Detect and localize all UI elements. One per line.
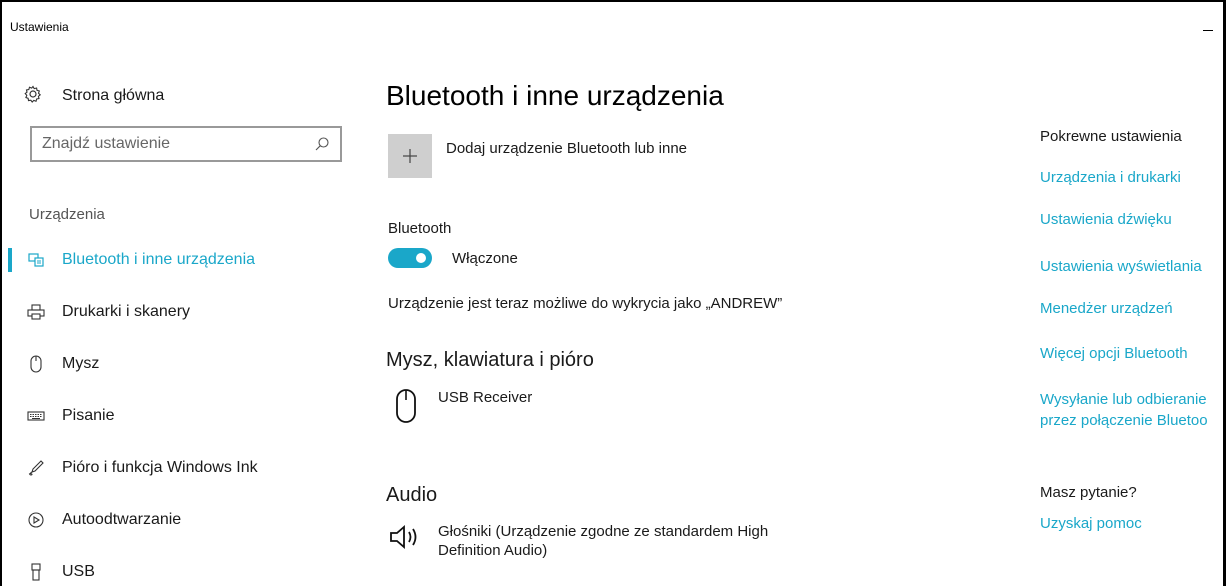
- send-receive-line1: Wysyłanie lub odbieranie: [1040, 391, 1207, 408]
- toggle-knob: [416, 253, 426, 263]
- bluetooth-toggle-row: Włączone: [388, 248, 518, 268]
- related-header: Pokrewne ustawienia: [1040, 128, 1182, 145]
- sidebar-item-label: Autoodtwarzanie: [62, 511, 182, 528]
- send-receive-line2: przez połączenie Bluetoo: [1040, 412, 1208, 429]
- keyboard-icon: [26, 406, 46, 426]
- sidebar-item-pen-ink[interactable]: Pióro i funkcja Windows Ink: [2, 442, 362, 494]
- sidebar-item-mouse[interactable]: Mysz: [2, 338, 362, 390]
- sidebar-item-label: Mysz: [62, 355, 100, 372]
- home-label: Strona główna: [62, 87, 165, 104]
- nav-list: Bluetooth i inne urządzenia Drukarki i s…: [2, 234, 362, 586]
- add-device-label: Dodaj urządzenie Bluetooth lub inne: [446, 140, 688, 157]
- link-more-bluetooth[interactable]: Więcej opcji Bluetooth: [1040, 343, 1188, 364]
- audio-device-item[interactable]: Głośniki (Urządzenie zgodne ze standarde…: [388, 522, 768, 562]
- search-icon[interactable]: [314, 136, 330, 152]
- sidebar-item-usb[interactable]: USB: [2, 546, 362, 586]
- sidebar-item-label: Pióro i funkcja Windows Ink: [62, 459, 258, 476]
- mouse-icon: [26, 354, 46, 374]
- plus-icon: [388, 134, 432, 178]
- mouse-device-name: USB Receiver: [438, 389, 533, 406]
- audio-device-name-line2: Definition Audio): [438, 542, 548, 559]
- link-display-settings[interactable]: Ustawienia wyświetlania: [1040, 256, 1202, 277]
- audio-device-name: Głośniki (Urządzenie zgodne ze standarde…: [438, 522, 768, 560]
- settings-window: Ustawienia Strona główna Urządzenia: [2, 2, 1223, 586]
- bluetooth-toggle[interactable]: [388, 248, 432, 268]
- sidebar-item-label: Drukarki i skanery: [62, 303, 191, 320]
- mouse-icon: [388, 388, 424, 428]
- mouse-section-title: Mysz, klawiatura i pióro: [386, 349, 594, 371]
- mouse-device-item[interactable]: USB Receiver: [388, 388, 532, 428]
- link-devices-printers[interactable]: Urządzenia i drukarki: [1040, 167, 1181, 188]
- search-input[interactable]: [42, 135, 314, 153]
- bluetooth-toggle-state: Włączone: [452, 249, 518, 267]
- printer-icon: [26, 302, 46, 322]
- bluetooth-label: Bluetooth: [388, 220, 452, 237]
- main-content: Bluetooth i inne urządzenia Dodaj urządz…: [386, 38, 1026, 586]
- audio-device-name-line1: Głośniki (Urządzenie zgodne ze standarde…: [438, 523, 769, 540]
- sidebar-item-printers[interactable]: Drukarki i skanery: [2, 286, 362, 338]
- audio-section-title: Audio: [386, 484, 438, 506]
- pen-icon: [26, 458, 46, 478]
- autoplay-icon: [26, 510, 46, 530]
- speaker-icon: [388, 522, 424, 562]
- link-sound-settings[interactable]: Ustawienia dźwięku: [1040, 209, 1172, 230]
- page-title: Bluetooth i inne urządzenia: [386, 80, 724, 111]
- related-settings: Pokrewne ustawienia Urządzenia i drukark…: [1040, 38, 1223, 586]
- sidebar: Strona główna Urządzenia: [2, 38, 362, 586]
- gear-icon: [24, 85, 46, 108]
- minimize-button[interactable]: [1203, 22, 1215, 34]
- window-title: Ustawienia: [10, 20, 69, 34]
- question-header: Masz pytanie?: [1040, 484, 1137, 501]
- sidebar-item-autoplay[interactable]: Autoodtwarzanie: [2, 494, 362, 546]
- add-device-button[interactable]: Dodaj urządzenie Bluetooth lub inne: [388, 134, 687, 178]
- bluetooth-devices-icon: [26, 250, 46, 270]
- sidebar-item-label: USB: [62, 563, 95, 580]
- discoverable-text: Urządzenie jest teraz możliwe do wykryci…: [388, 295, 783, 312]
- sidebar-item-label: Pisanie: [62, 407, 115, 424]
- usb-icon: [26, 562, 46, 582]
- link-device-manager[interactable]: Menedżer urządzeń: [1040, 298, 1173, 319]
- section-header-devices: Urządzenia: [29, 206, 105, 223]
- title-bar: Ustawienia: [2, 2, 1223, 38]
- search-box[interactable]: [30, 126, 342, 162]
- link-send-receive-bluetooth[interactable]: Wysyłanie lub odbieranie przez połączeni…: [1040, 389, 1208, 431]
- sidebar-item-typing[interactable]: Pisanie: [2, 390, 362, 442]
- link-get-help[interactable]: Uzyskaj pomoc: [1040, 513, 1142, 534]
- sidebar-item-label: Bluetooth i inne urządzenia: [62, 251, 256, 268]
- home-link[interactable]: Strona główna: [24, 84, 164, 108]
- sidebar-item-bluetooth[interactable]: Bluetooth i inne urządzenia: [2, 234, 362, 286]
